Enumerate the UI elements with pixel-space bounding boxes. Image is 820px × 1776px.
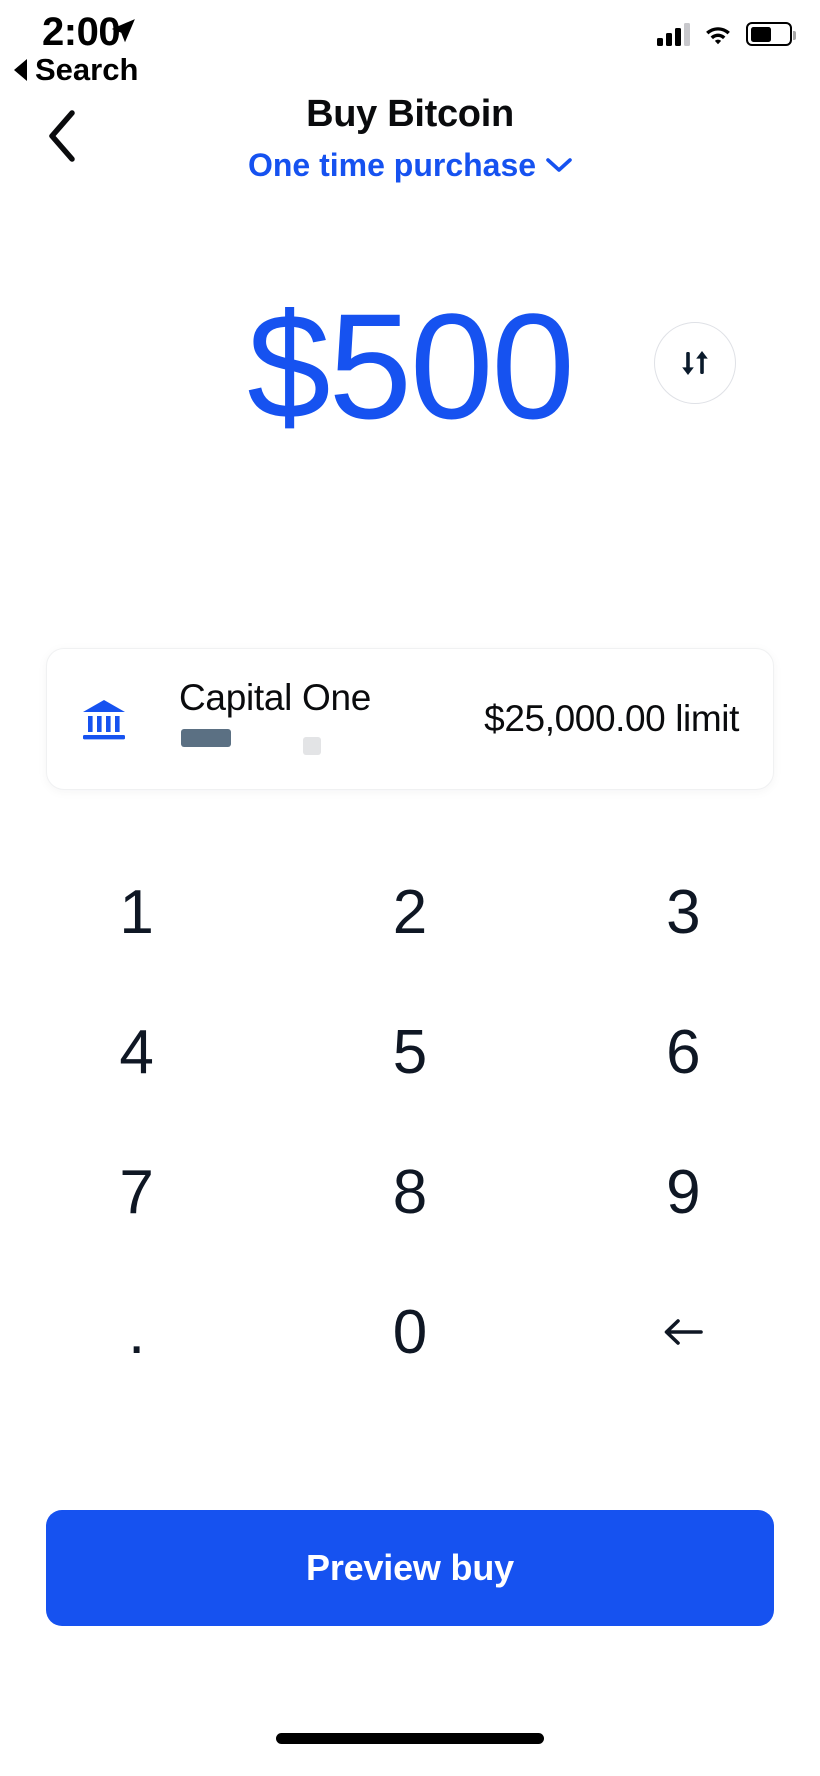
payment-method-info: Capital One bbox=[179, 649, 484, 789]
amount-section: $500 bbox=[0, 286, 820, 446]
payment-method-limit: $25,000.00 limit bbox=[484, 698, 739, 739]
home-indicator bbox=[276, 1733, 544, 1744]
key-backspace[interactable] bbox=[547, 1262, 820, 1402]
purchase-type-label: One time purchase bbox=[247, 147, 537, 183]
swap-vertical-arrows-icon bbox=[682, 351, 708, 375]
swap-currency-button[interactable] bbox=[654, 322, 736, 404]
return-link-label: Search bbox=[35, 52, 139, 87]
back-triangle-icon bbox=[14, 59, 27, 81]
payment-method-name: Capital One bbox=[179, 677, 372, 718]
nav-titles: Buy Bitcoin One time purchase bbox=[0, 88, 820, 188]
key-4[interactable]: 4 bbox=[0, 982, 273, 1122]
status-indicators bbox=[657, 22, 796, 46]
numeric-keypad: 1 2 3 4 5 6 7 8 9 . 0 bbox=[0, 842, 820, 1402]
bank-building-icon bbox=[83, 700, 125, 740]
wifi-icon bbox=[706, 27, 730, 45]
key-6[interactable]: 6 bbox=[547, 982, 820, 1122]
key-0[interactable]: 0 bbox=[273, 1262, 546, 1402]
placeholder-bar-primary bbox=[181, 729, 231, 747]
amount-display[interactable]: $500 bbox=[247, 286, 575, 446]
payment-method-card[interactable]: Capital One $25,000.00 limit bbox=[46, 648, 774, 790]
backspace-arrow-icon bbox=[665, 1319, 704, 1345]
chevron-down-icon bbox=[546, 158, 572, 172]
key-2[interactable]: 2 bbox=[273, 842, 546, 982]
key-1[interactable]: 1 bbox=[0, 842, 273, 982]
purchase-type-selector[interactable]: One time purchase bbox=[248, 142, 572, 188]
key-8[interactable]: 8 bbox=[273, 1122, 546, 1262]
page-title: Buy Bitcoin bbox=[306, 93, 514, 135]
preview-buy-button[interactable]: Preview buy bbox=[46, 1510, 774, 1626]
key-5[interactable]: 5 bbox=[273, 982, 546, 1122]
return-to-search-link[interactable]: Search bbox=[14, 52, 138, 88]
key-decimal[interactable]: . bbox=[0, 1262, 273, 1402]
payment-method-section: Capital One $25,000.00 limit bbox=[46, 648, 774, 790]
key-3[interactable]: 3 bbox=[547, 842, 820, 982]
cellular-signal-icon bbox=[657, 22, 690, 46]
placeholder-bar-secondary bbox=[303, 737, 321, 755]
nav-header: Buy Bitcoin One time purchase bbox=[0, 88, 820, 188]
key-7[interactable]: 7 bbox=[0, 1122, 273, 1262]
key-9[interactable]: 9 bbox=[547, 1122, 820, 1262]
location-arrow-icon bbox=[111, 19, 135, 43]
app-screen: 2:00 Search Buy Bitcoin One time purchas… bbox=[0, 0, 820, 1776]
battery-icon bbox=[746, 22, 796, 46]
